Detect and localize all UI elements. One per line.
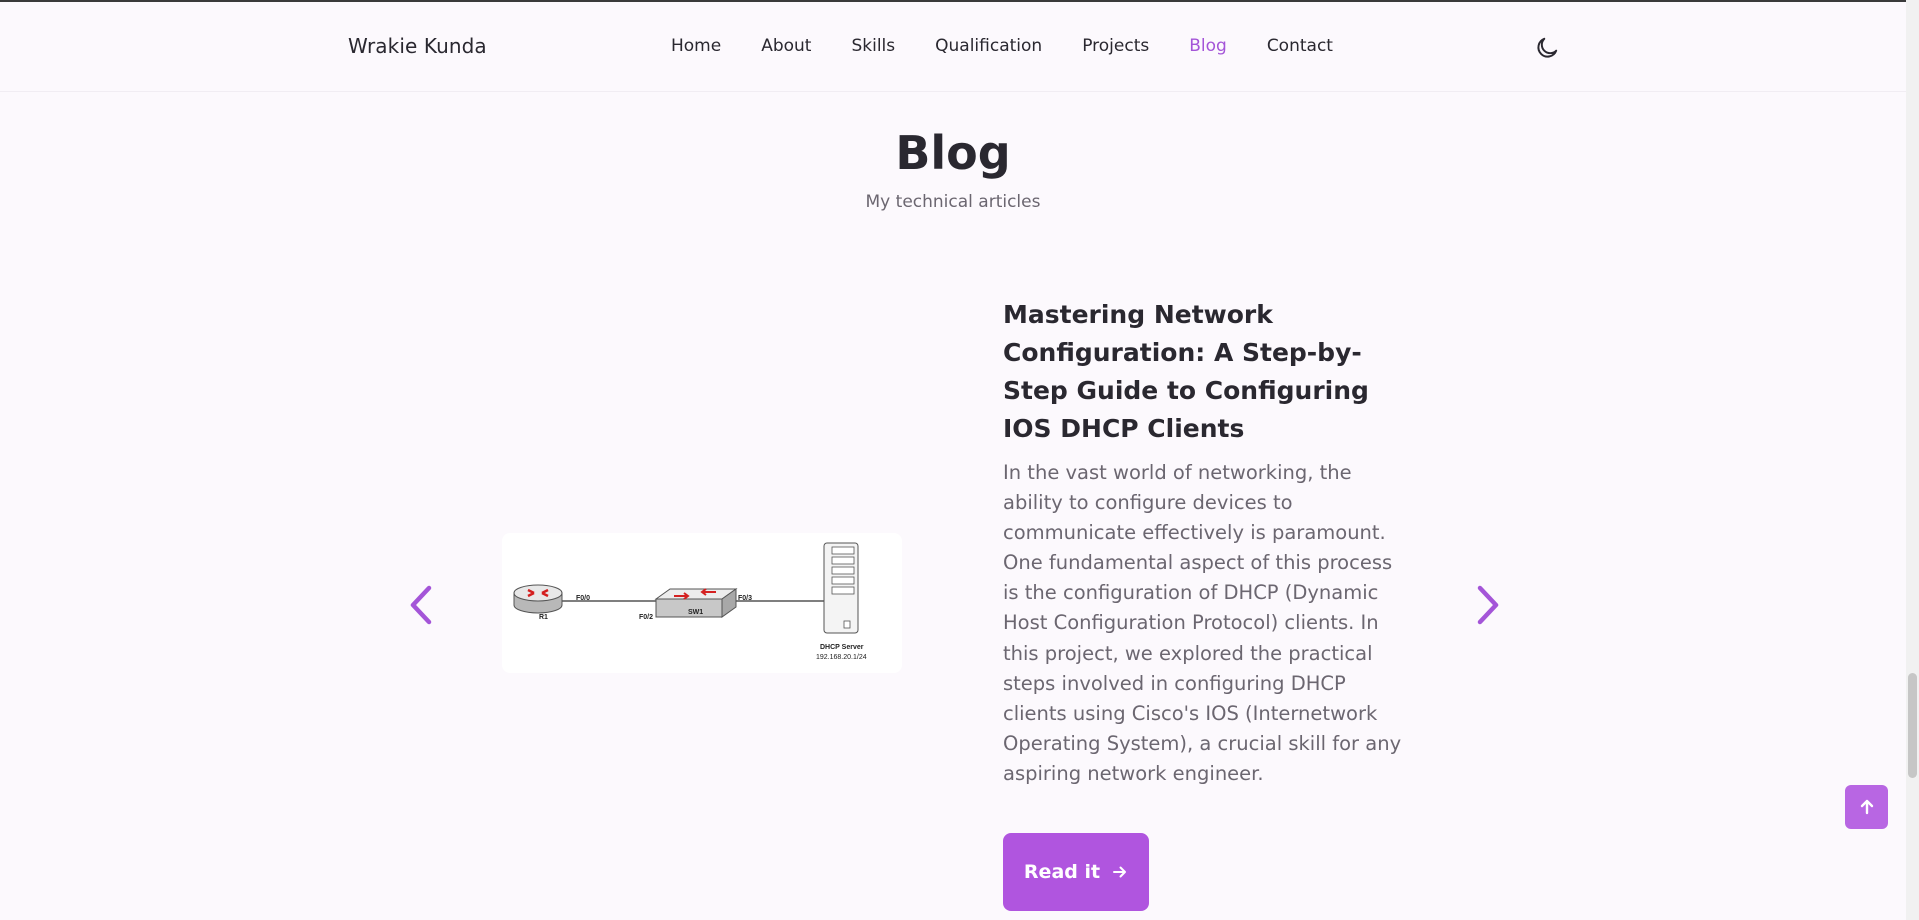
nav-about[interactable]: About — [761, 36, 811, 56]
site-logo[interactable]: Wrakie Kunda — [348, 34, 487, 58]
nav-skills[interactable]: Skills — [851, 36, 895, 56]
blog-post-image: R1 F0/0 SW1 F0/2 F0/3 DHCP Server 192.16… — [502, 533, 902, 673]
page-scrollbar-thumb[interactable] — [1908, 673, 1917, 778]
arrow-up-icon — [1860, 799, 1873, 815]
svg-text:F0/2: F0/2 — [639, 614, 653, 621]
nav-projects[interactable]: Projects — [1082, 36, 1149, 56]
nav-home[interactable]: Home — [671, 36, 721, 56]
blog-post-description: In the vast world of networking, the abi… — [1003, 461, 1402, 785]
svg-text:SW1: SW1 — [688, 609, 703, 616]
scroll-to-top-button[interactable] — [1845, 785, 1888, 829]
carousel-next-button[interactable] — [1465, 580, 1509, 630]
svg-text:F0/0: F0/0 — [576, 595, 590, 602]
svg-text:F0/3: F0/3 — [738, 595, 752, 602]
chevron-right-icon — [1477, 585, 1499, 625]
network-diagram: R1 F0/0 SW1 F0/2 F0/3 DHCP Server 192.16… — [513, 542, 867, 661]
read-it-button[interactable]: Read it — [1003, 833, 1149, 911]
section-subtitle: My technical articles — [865, 192, 1041, 212]
site-header: Wrakie Kunda Home About Skills Qualifica… — [0, 2, 1906, 92]
carousel-prev-button[interactable] — [400, 580, 444, 630]
nav-blog[interactable]: Blog — [1189, 36, 1227, 56]
main-nav: Home About Skills Qualification Projects… — [671, 36, 1333, 56]
svg-text:DHCP Server: DHCP Server — [820, 644, 864, 651]
svg-text:R1: R1 — [539, 614, 548, 621]
theme-toggle-button[interactable] — [1534, 35, 1560, 61]
read-it-label: Read it — [1023, 861, 1101, 883]
router-icon — [513, 584, 563, 614]
chevron-left-icon — [410, 585, 432, 625]
nav-qualification[interactable]: Qualification — [935, 36, 1042, 56]
moon-icon — [1537, 37, 1558, 58]
blog-post-title: Mastering Network Configuration: A Step-… — [1003, 300, 1369, 443]
section-title: Blog — [895, 126, 1011, 180]
nav-contact[interactable]: Contact — [1267, 36, 1333, 56]
page-scrollbar-track[interactable] — [1906, 0, 1919, 920]
server-icon — [823, 542, 859, 634]
arrow-right-icon — [1113, 866, 1127, 878]
svg-text:192.168.20.1/24: 192.168.20.1/24 — [816, 654, 867, 661]
